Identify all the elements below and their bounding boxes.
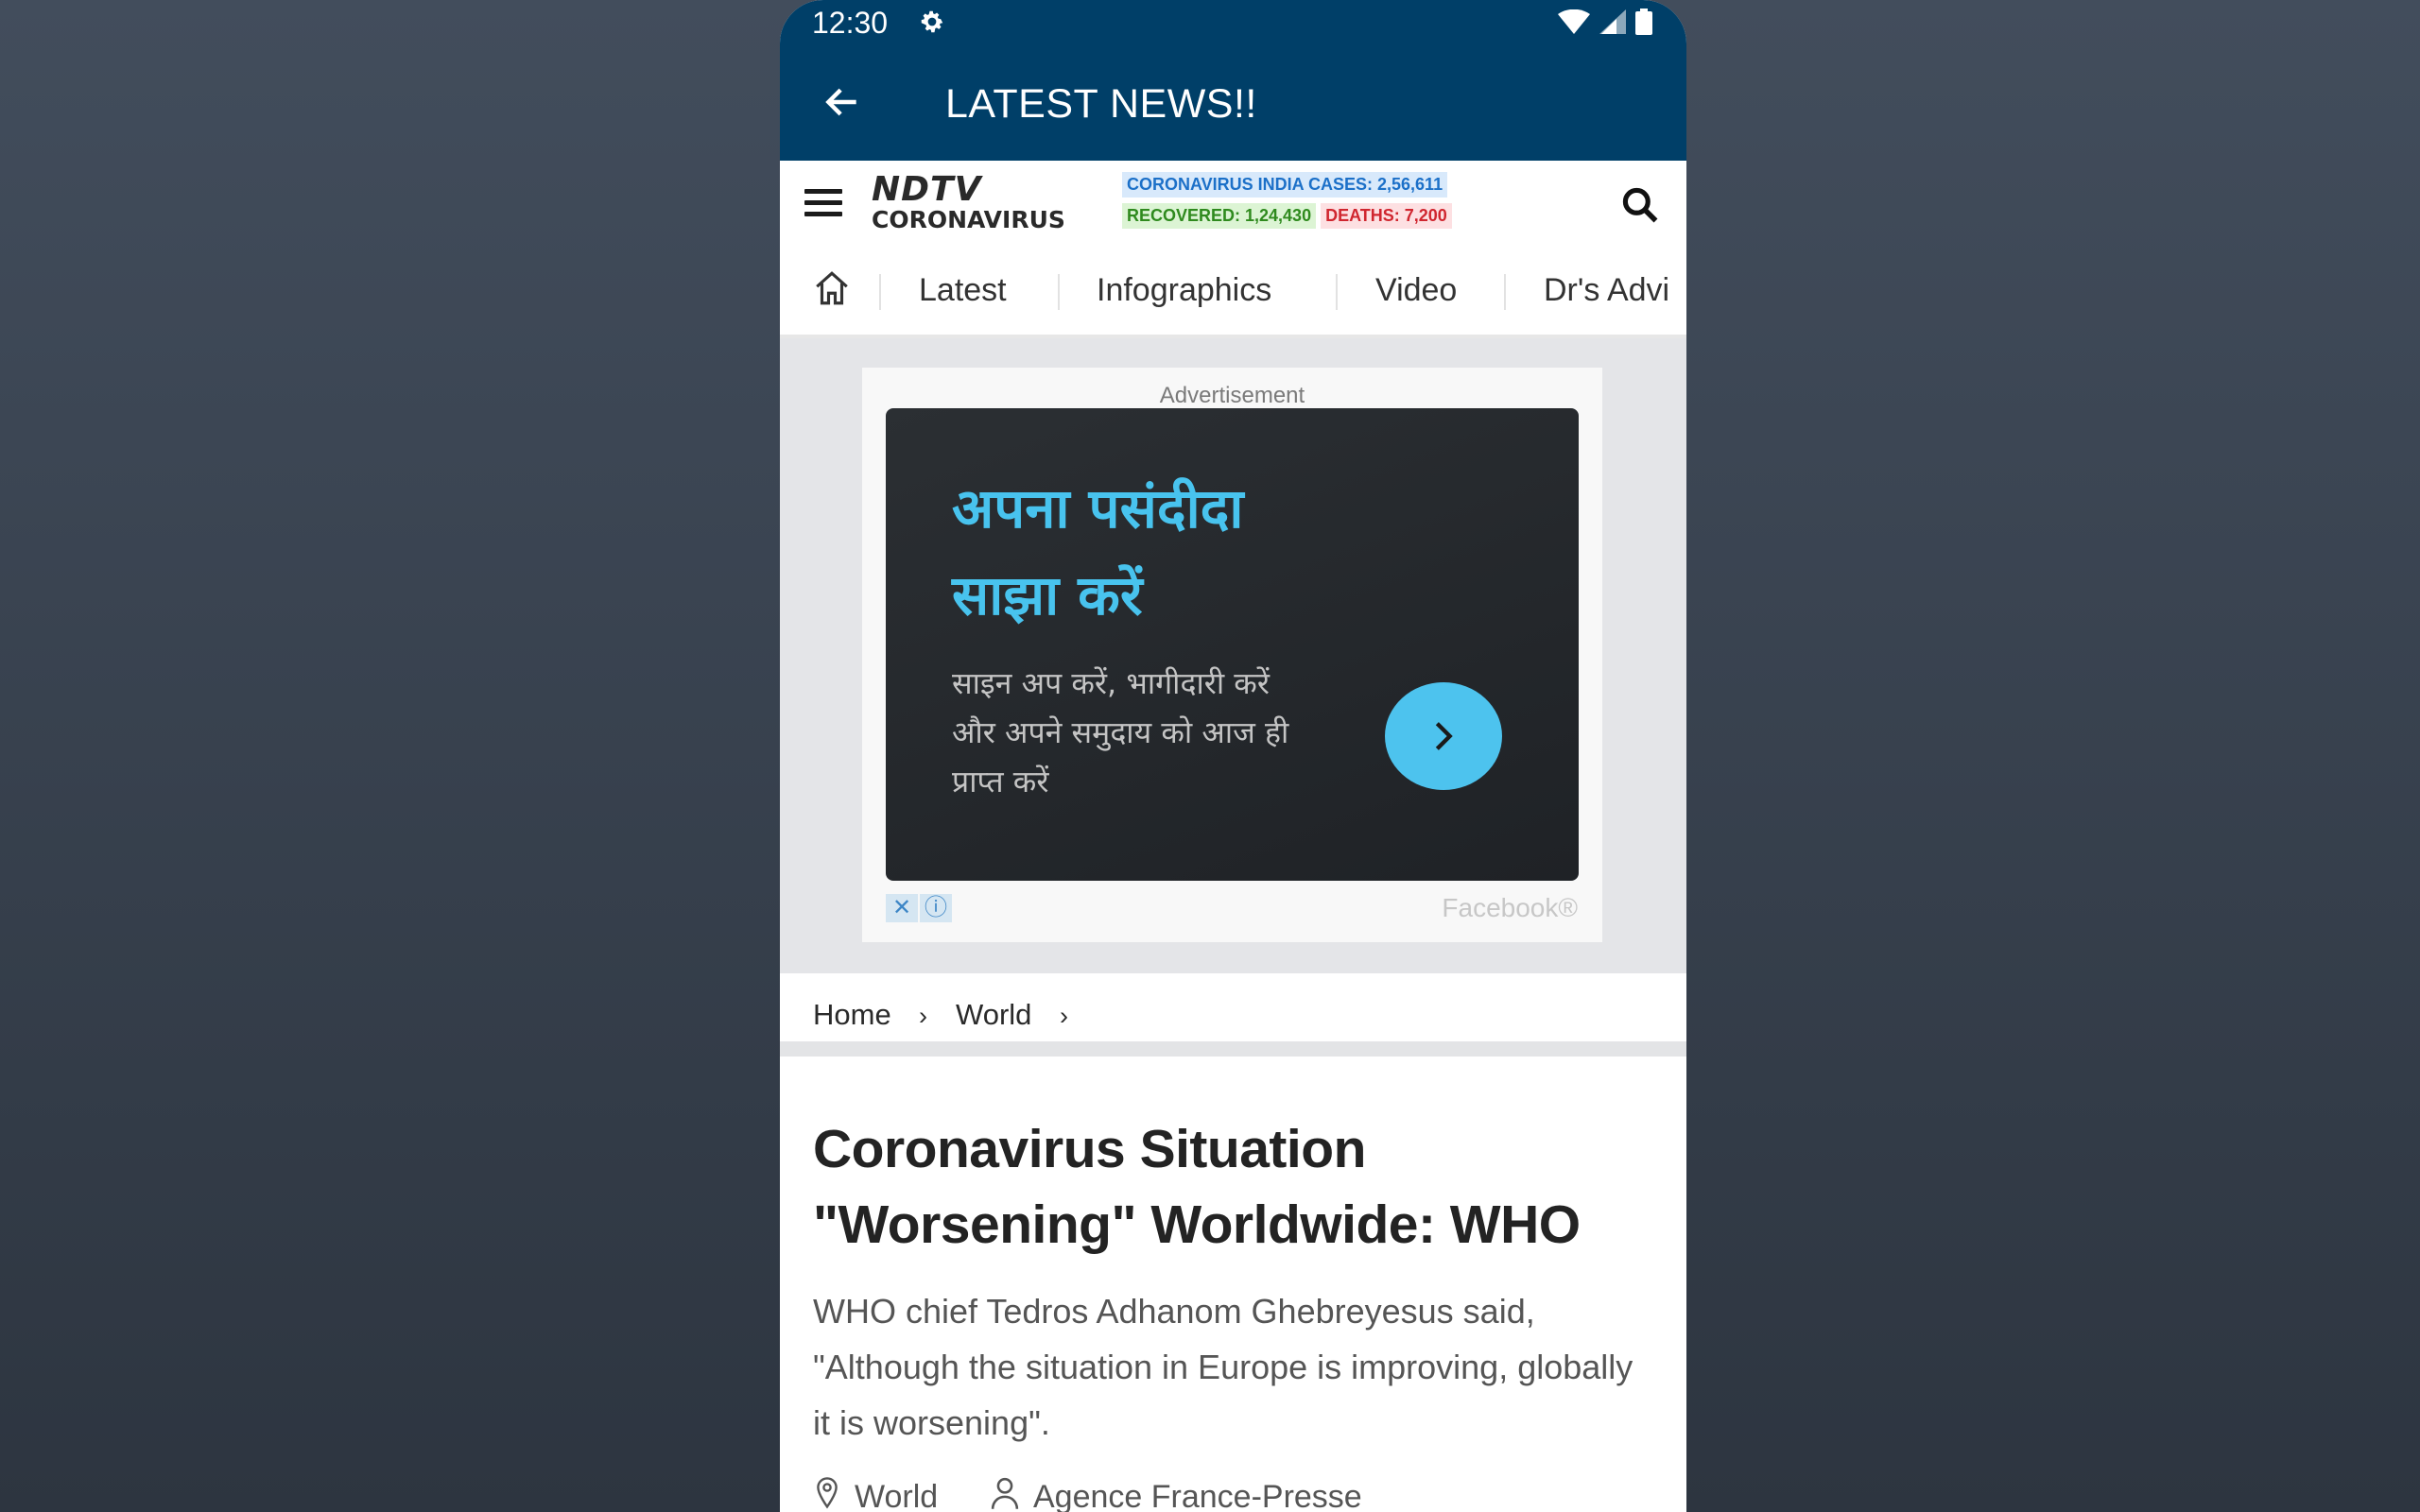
close-icon[interactable]: ✕	[886, 894, 918, 922]
ad-body-line: प्राप्त करें	[952, 764, 1049, 799]
ad-creative[interactable]: अपना पसंदीदा साझा करें साइन अप करें, भाग…	[886, 408, 1579, 881]
person-icon	[990, 1476, 1020, 1512]
status-bar: 12:30	[780, 0, 1686, 45]
breadcrumb-home[interactable]: Home	[813, 998, 891, 1032]
article-author[interactable]: Agence France-Presse	[990, 1476, 1362, 1512]
nav-divider	[1336, 274, 1338, 310]
chevron-right-icon: ›	[919, 1002, 927, 1030]
article-title-line: Coronavirus Situation	[813, 1119, 1366, 1179]
nav-divider	[1504, 274, 1506, 310]
ad-body-line: साइन अप करें, भागीदारी करें	[952, 665, 1270, 701]
logo-coronavirus: CORONAVIRUS	[872, 206, 1065, 233]
breadcrumb-world[interactable]: World	[956, 998, 1031, 1032]
breadcrumb: Home › World ›	[780, 973, 1686, 1057]
info-icon[interactable]: ⓘ	[920, 894, 952, 922]
nav-item-doctors-advice[interactable]: Dr's Advi	[1544, 272, 1669, 309]
ad-body-line: और अपने समुदाय को आज ही	[952, 714, 1289, 750]
arrow-left-icon[interactable]	[821, 81, 863, 128]
logo-ndtv: NDTV	[872, 170, 982, 209]
ad-footer: Facebook®	[1442, 893, 1578, 922]
home-icon[interactable]	[812, 268, 852, 313]
section-nav: Latest Infographics Video Dr's Advi	[780, 255, 1686, 338]
phone-screen: 12:30 LATEST NEWS!! NDTV CORONAVIRUS COR…	[780, 0, 1686, 1512]
ad-card: Advertisement अपना पसंदीदा साझा करें साइ…	[862, 368, 1602, 942]
nav-item-latest[interactable]: Latest	[919, 272, 1007, 309]
nav-divider	[1058, 274, 1060, 310]
location-pin-icon	[813, 1476, 841, 1512]
menu-icon[interactable]	[804, 189, 842, 219]
ad-label: Advertisement	[1159, 383, 1305, 408]
app-bar: LATEST NEWS!!	[780, 45, 1686, 161]
article-title[interactable]: Coronavirus Situation "Worsening" Worldw…	[813, 1111, 1664, 1263]
nav-divider	[879, 274, 881, 310]
status-time: 12:30	[812, 6, 889, 40]
app-title: LATEST NEWS!!	[945, 81, 1257, 127]
ad-cta-button[interactable]	[1385, 682, 1502, 790]
ad-area: Advertisement अपना पसंदीदा साझा करें साइ…	[780, 338, 1686, 973]
stat-cases: CORONAVIRUS INDIA CASES: 2,56,611	[1122, 172, 1448, 198]
article: Coronavirus Situation "Worsening" Worldw…	[780, 1057, 1686, 1512]
nav-item-infographics[interactable]: Infographics	[1097, 272, 1271, 309]
ad-body: साइन अप करें, भागीदारी करें और अपने समुद…	[952, 659, 1358, 806]
article-title-line: "Worsening" Worldwide: WHO	[813, 1194, 1581, 1255]
article-category-label: World	[855, 1479, 939, 1512]
search-icon[interactable]	[1619, 184, 1661, 231]
stat-recovered: RECOVERED: 1,24,430	[1122, 203, 1317, 229]
site-header: NDTV CORONAVIRUS CORONAVIRUS INDIA CASES…	[780, 161, 1686, 255]
ad-headline-line: अपना पसंदीदा	[952, 476, 1244, 541]
gear-icon	[918, 8, 946, 41]
article-author-label: Agence France-Presse	[1033, 1479, 1362, 1512]
chevron-right-icon: ›	[1060, 1002, 1068, 1030]
battery-icon	[1635, 9, 1652, 40]
ad-headline: अपना पसंदीदा साझा करें	[952, 465, 1443, 639]
article-summary: WHO chief Tedros Adhanom Ghebreyesus sai…	[813, 1292, 1634, 1442]
site-logo[interactable]: NDTV CORONAVIRUS	[872, 172, 1065, 232]
status-icons	[1558, 9, 1652, 40]
signal-icon	[1599, 9, 1626, 39]
wifi-icon	[1558, 9, 1590, 39]
ad-controls: ✕ ⓘ	[886, 894, 952, 922]
ad-headline-line: साझा करें	[952, 563, 1143, 627]
covid-stats: CORONAVIRUS INDIA CASES: 2,56,611 RECOVE…	[1122, 172, 1452, 234]
article-category[interactable]: World	[813, 1476, 938, 1512]
nav-item-video[interactable]: Video	[1375, 272, 1457, 309]
stat-deaths: DEATHS: 7,200	[1321, 203, 1452, 229]
